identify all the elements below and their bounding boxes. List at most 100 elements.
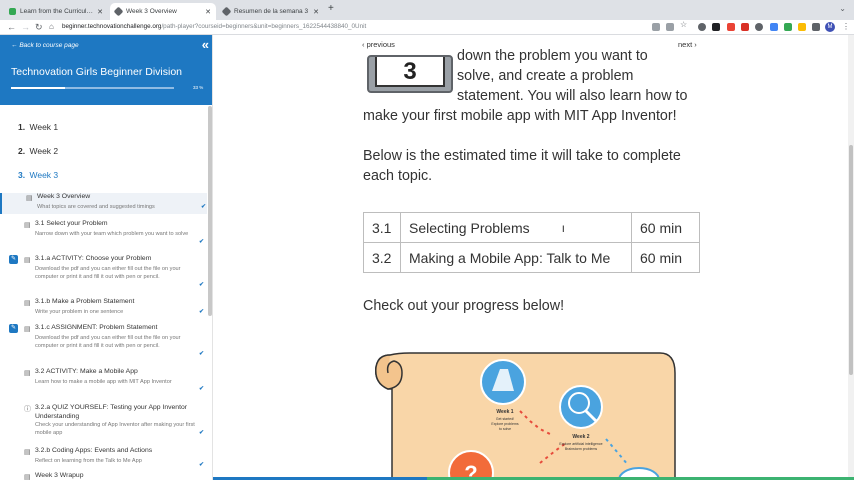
map-week1-line2: Explore problems [491, 422, 518, 426]
book-icon: ▤ [24, 257, 31, 264]
sidebar-item-week3-overview[interactable]: ▤ Week 3 Overview What topics are covere… [0, 193, 207, 214]
new-tab-button[interactable]: + [328, 3, 334, 14]
intro-text-line-4: make your first mobile app with MIT App … [363, 108, 677, 124]
progress-heading: Check out your progress below! [363, 298, 565, 314]
sidebar-week-3[interactable]: 3. Week 3 [18, 170, 58, 180]
completed-check-icon: ✔ [199, 282, 205, 288]
window-controls-icon[interactable]: ⌄ [839, 4, 846, 13]
quiz-icon: ⓘ [24, 406, 31, 413]
completed-check-icon: ✔ [199, 351, 205, 357]
translate-icon[interactable] [652, 23, 660, 31]
topic-name: Selecting Problems [400, 212, 632, 243]
topic-name: Making a Mobile App: Talk to Me [400, 242, 632, 273]
sidebar-week-1[interactable]: 1. Week 1 [18, 122, 58, 132]
share-icon[interactable] [666, 23, 674, 31]
sidebar-week-2[interactable]: 2. Week 2 [18, 146, 58, 156]
map-week1-title: Week 1 [496, 409, 513, 415]
pdf-extension-icon[interactable] [741, 23, 749, 31]
map-week1-line1: Get started! [496, 417, 514, 421]
forward-arrow-icon[interactable]: → [21, 20, 30, 34]
topic-time: 60 min [631, 242, 700, 273]
estimate-text-line-1: Below is the estimated time it will take… [363, 148, 681, 164]
tab-favicon-icon [221, 6, 232, 17]
course-title: Technovation Girls Beginner Division [11, 66, 182, 78]
progress-map-illustration: ? Week 1 Get started! Explore problems t… [375, 352, 676, 480]
book-icon: ▤ [24, 222, 31, 229]
close-tab-icon[interactable]: ✕ [313, 8, 319, 16]
sidebar-item-choose-problem[interactable]: ✎ ▤ 3.1.a ACTIVITY: Choose your Problem … [0, 255, 207, 293]
map-week2-line1: Explore artificial intelligence [559, 442, 602, 446]
browser-tab-curriculum[interactable]: Learn from the Curriculum - Te ✕ [4, 3, 108, 20]
book-icon: ▤ [24, 370, 31, 377]
address-bar[interactable]: beginner.technovationchallenge.org/path-… [62, 21, 642, 33]
completed-check-icon: ✔ [199, 309, 205, 315]
book-icon: ▤ [24, 300, 31, 307]
extensions-puzzle-icon[interactable] [812, 23, 820, 31]
sidebar-item-week3-wrapup[interactable]: ▤ Week 3 Wrapup [0, 472, 207, 480]
intro-text-line-3: statement. You will also learn how to [457, 88, 688, 104]
back-arrow-icon[interactable]: ← [7, 20, 16, 34]
topic-time-table: 3.1 Selecting Problems 60 min 3.2 Making… [363, 212, 700, 273]
sidebar-item-problem-statement[interactable]: ▤ 3.1.b Make a Problem Statement Write y… [0, 298, 207, 318]
completed-check-icon: ✔ [199, 239, 205, 245]
course-progress-fill [11, 87, 65, 89]
book-icon: ▤ [24, 449, 31, 456]
intro-text-line-1: down the problem you want to [457, 48, 648, 64]
content-scrollbar-thumb[interactable] [849, 145, 853, 375]
topic-time: 60 min [631, 212, 700, 243]
close-tab-icon[interactable]: ✕ [205, 8, 211, 16]
sidebar-item-assignment-problem-statement[interactable]: ✎ ▤ 3.1.c ASSIGNMENT: Problem Statement … [0, 324, 207, 362]
extension-icon[interactable] [784, 23, 792, 31]
close-tab-icon[interactable]: ✕ [97, 8, 103, 16]
home-icon[interactable]: ⌂ [49, 20, 54, 34]
back-to-course-link[interactable]: ← Back to course page [11, 42, 79, 49]
map-week2-title: Week 2 [572, 434, 589, 440]
browser-menu-icon[interactable]: ⋮ [842, 20, 850, 34]
browser-toolbar: ← → ↻ ⌂ beginner.technovationchallenge.o… [0, 20, 854, 35]
map-week1-line3: to solve [499, 427, 511, 431]
map-week2-line2: Brainstorm problems [565, 447, 598, 451]
extension-icon[interactable] [727, 23, 735, 31]
sidebar-item-quiz-app-inventor[interactable]: ⓘ 3.2.a QUIZ YOURSELF: Testing your App … [0, 403, 207, 441]
sidebar-header: ← Back to course page « Technovation Gir… [0, 35, 212, 105]
intro-text-line-2: solve, and create a problem [457, 68, 634, 84]
tab-favicon-icon [113, 6, 124, 17]
bookmark-star-icon[interactable]: ☆ [680, 20, 688, 29]
sidebar-item-make-mobile-app[interactable]: ▤ 3.2 ACTIVITY: Make a Mobile App Learn … [0, 368, 207, 396]
course-progress-label: 33 % [193, 85, 204, 90]
course-progress-bar [11, 87, 174, 89]
extension-icon[interactable] [755, 23, 763, 31]
sidebar-item-events-actions[interactable]: ▤ 3.2.b Coding Apps: Events and Actions … [0, 447, 207, 471]
completed-check-icon: ✔ [199, 462, 205, 468]
browser-tab-week3-overview[interactable]: Week 3 Overview ✕ [110, 3, 216, 20]
assignment-badge-icon: ✎ [9, 255, 18, 264]
extension-icon[interactable] [770, 23, 778, 31]
extension-icon[interactable] [798, 23, 806, 31]
completed-check-icon: ✔ [199, 386, 205, 392]
browser-tab-resumen[interactable]: Resumen de la semana 3 ✕ [218, 3, 324, 20]
assignment-badge-icon: ✎ [9, 324, 18, 333]
previous-link[interactable]: ‹ previous [362, 40, 395, 49]
browser-tab-bar: Learn from the Curriculum - Te ✕ Week 3 … [0, 0, 854, 20]
book-icon: ▤ [24, 326, 31, 333]
collapse-sidebar-icon[interactable]: « [202, 37, 209, 52]
lesson-content: ‹ previous next › 3 down the problem you… [213, 35, 854, 480]
book-icon: ▤ [26, 195, 33, 202]
extension-icon[interactable] [712, 23, 720, 31]
course-sidebar: ← Back to course page « Technovation Gir… [0, 35, 213, 480]
profile-avatar[interactable]: M [825, 22, 835, 32]
completed-check-icon: ✔ [201, 204, 207, 210]
url-host: beginner.technovationchallenge.org [62, 23, 162, 30]
week-3-badge-image: 3 [367, 55, 453, 93]
topic-number: 3.1 [363, 212, 401, 243]
extension-icon[interactable] [698, 23, 706, 31]
sidebar-item-select-problem[interactable]: ▤ 3.1 Select your Problem Narrow down wi… [0, 220, 207, 248]
next-link[interactable]: next › [678, 40, 697, 49]
reload-icon[interactable]: ↻ [35, 20, 43, 34]
completed-check-icon: ✔ [199, 430, 205, 436]
sidebar-scrollbar[interactable] [208, 106, 212, 316]
mouse-cursor-icon: I [562, 224, 565, 234]
topic-number: 3.2 [363, 242, 401, 273]
table-row: 3.1 Selecting Problems 60 min [363, 212, 700, 243]
book-icon: ▤ [24, 474, 31, 480]
